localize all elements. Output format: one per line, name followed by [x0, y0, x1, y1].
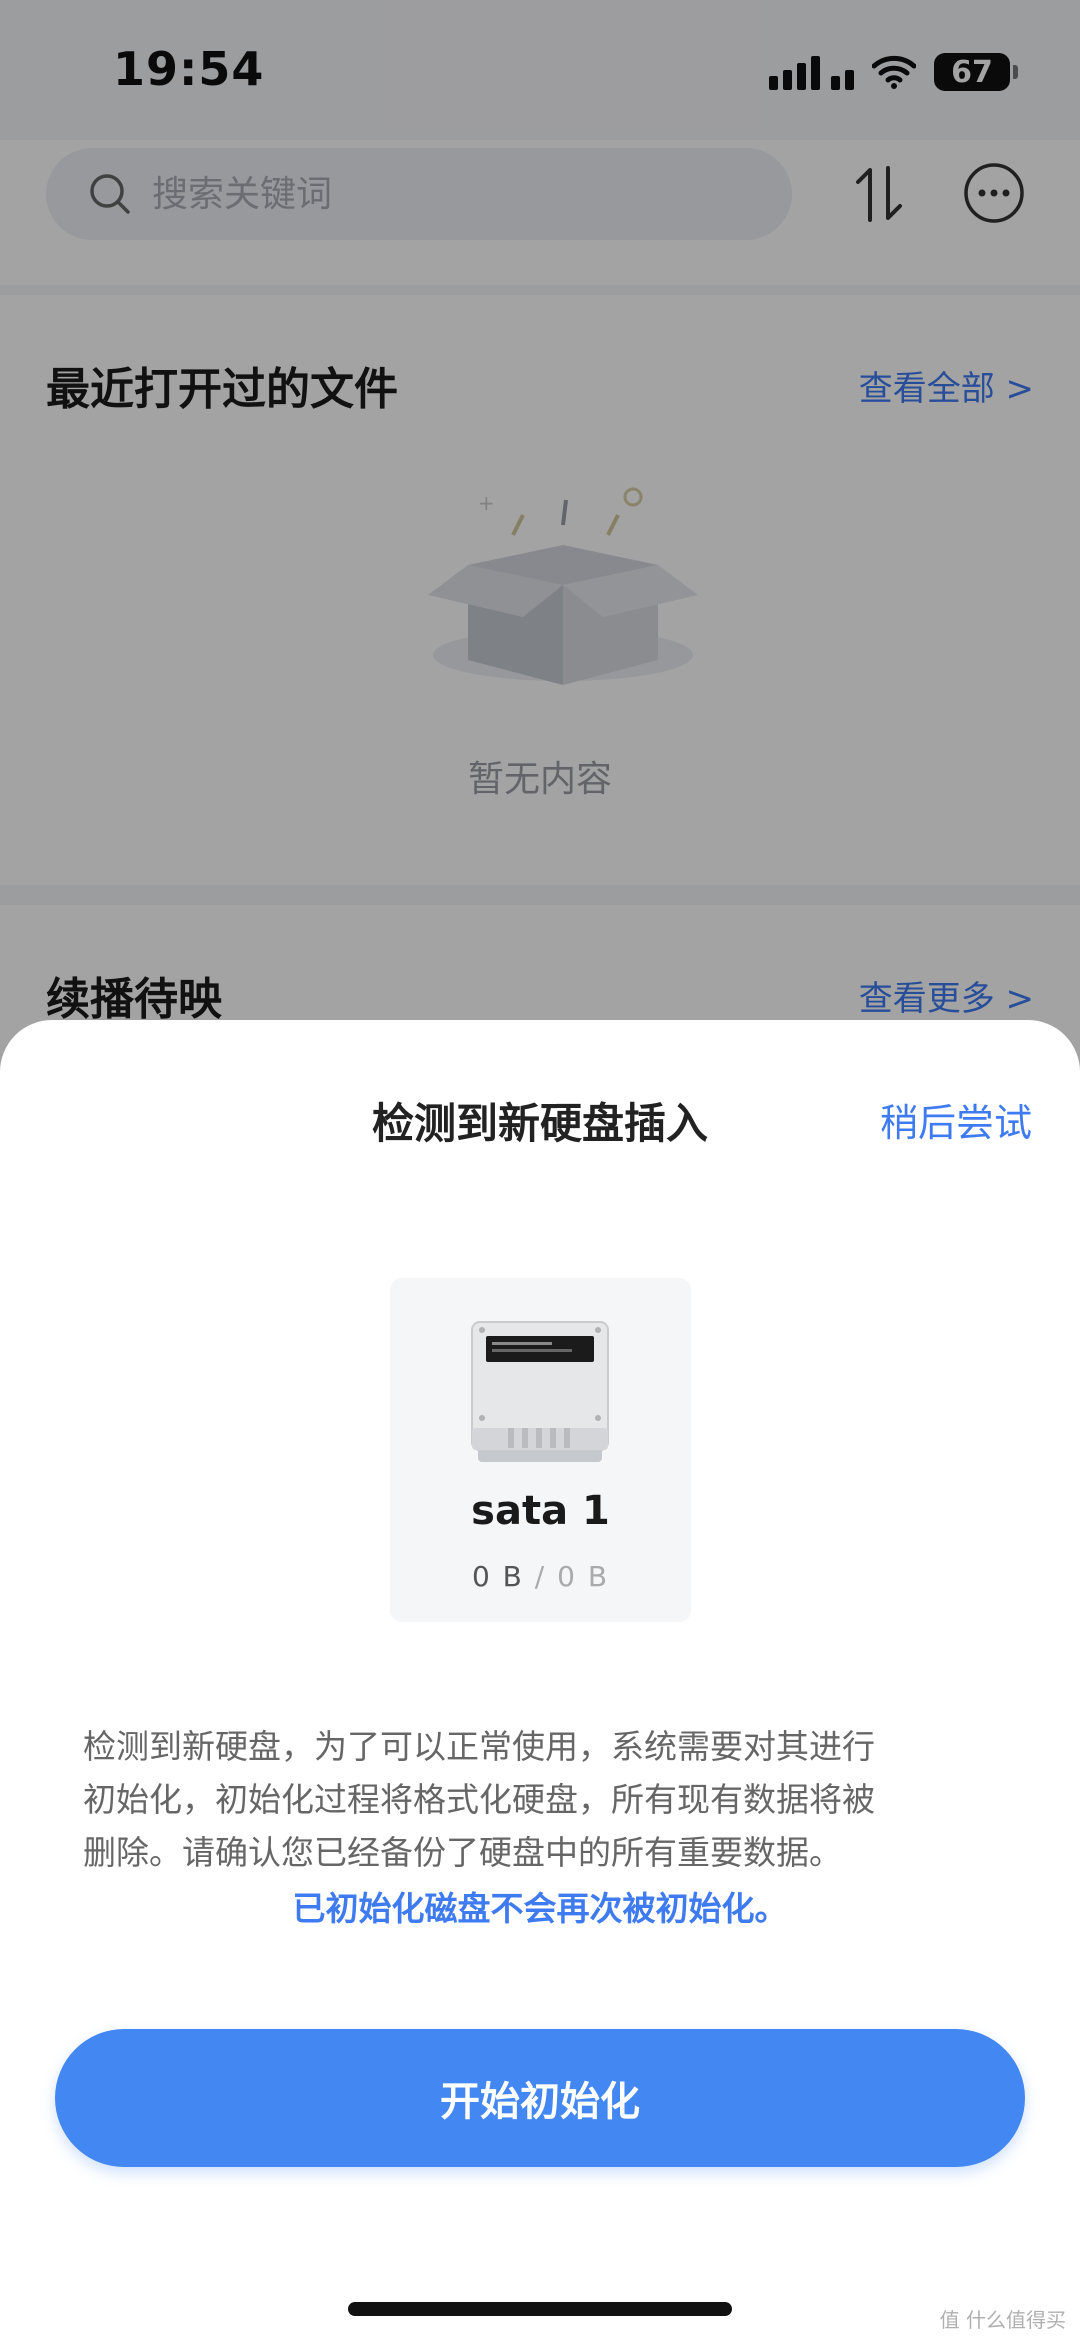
description-line: 删除。请确认您已经备份了硬盘中的所有重要数据。: [83, 1833, 842, 1872]
disk-size: 0 B / 0 B: [390, 1560, 691, 1593]
disk-total: 0 B: [557, 1560, 610, 1593]
home-indicator: [348, 2302, 732, 2316]
disk-name: sata 1: [471, 1488, 610, 1534]
start-initialize-button[interactable]: 开始初始化: [55, 2029, 1025, 2167]
disk-used: 0 B: [471, 1560, 524, 1593]
dialog-description: 检测到新硬盘，为了可以正常使用，系统需要对其进行 初始化，初始化过程将格式化硬盘…: [83, 1720, 1003, 1879]
description-line: 检测到新硬盘，为了可以正常使用，系统需要对其进行: [83, 1727, 875, 1766]
new-disk-dialog: 检测到新硬盘插入 稍后尝试 sata 1 0 B / 0 B 检测到新硬盘，为了…: [0, 1020, 1080, 2337]
disk-card: sata 1 0 B / 0 B: [390, 1278, 691, 1622]
dialog-highlight-note: 已初始化磁盘不会再次被初始化。: [292, 1889, 788, 1928]
description-line: 初始化，初始化过程将格式化硬盘，所有现有数据将被: [83, 1780, 875, 1819]
watermark-text: 值 什么值得买: [939, 2308, 1066, 2332]
disk-size-separator: /: [534, 1560, 547, 1593]
hard-disk-icon: [471, 1321, 609, 1462]
try-later-button[interactable]: 稍后尝试: [880, 1092, 1032, 1147]
